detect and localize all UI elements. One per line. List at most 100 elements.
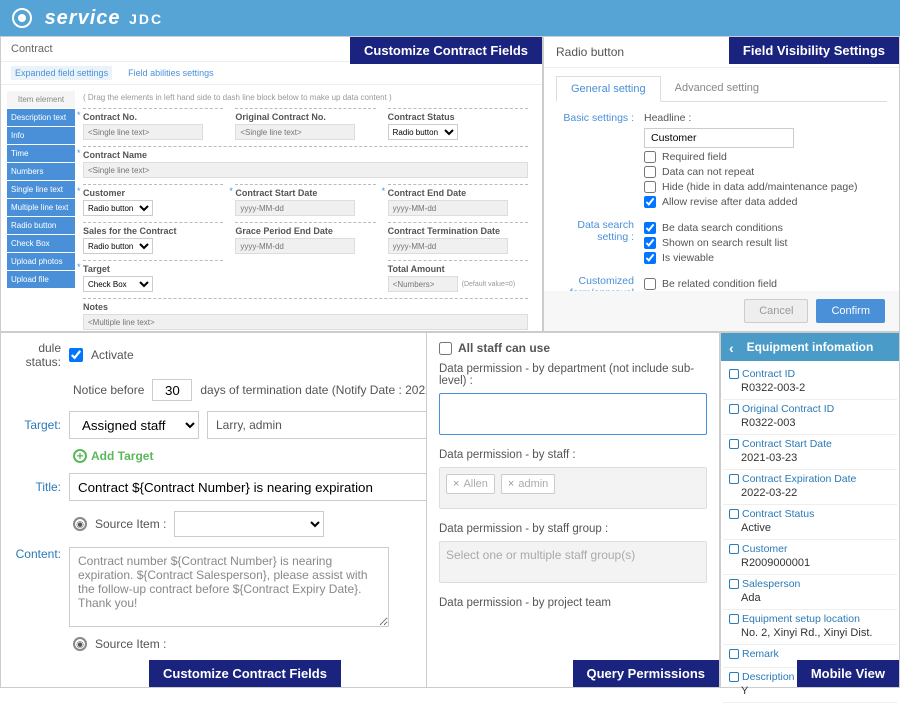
input-headline[interactable]	[644, 128, 794, 148]
chk-hide[interactable]	[644, 181, 656, 193]
chk-rel-cond[interactable]	[644, 278, 656, 290]
item-value: R0322-003-2	[729, 380, 891, 396]
item-key: Contract ID	[729, 368, 891, 380]
textarea-content[interactable]	[69, 547, 389, 627]
box-perm-dept[interactable]	[439, 393, 707, 435]
sel-status[interactable]: Radio button	[388, 124, 458, 140]
input-term[interactable]	[388, 238, 508, 254]
list-item[interactable]: Original Contract IDR0322-003	[723, 400, 897, 435]
list-item[interactable]: Contract StatusActive	[723, 505, 897, 540]
chk-viewable[interactable]	[644, 252, 656, 264]
chk-search-shown[interactable]	[644, 237, 656, 249]
close-icon[interactable]: ×	[453, 478, 459, 490]
input-notes[interactable]	[83, 314, 528, 330]
add-target-button[interactable]: +Add Target	[73, 449, 153, 463]
sel-target-type[interactable]: Assigned staff	[69, 411, 199, 439]
lbl-contract-no: Contract No.	[83, 112, 223, 122]
placeholder-group: Select one or multiple staff group(s)	[446, 548, 635, 562]
panel-mobile-view: ‹ Equipment infomation Contract IDR0322-…	[720, 332, 900, 688]
input-orig-contract[interactable]	[235, 124, 355, 140]
tab-expanded-fields[interactable]: Expanded field settings	[11, 66, 112, 80]
lbl-title: Title:	[11, 480, 61, 494]
txt-search-cond: Be data search conditions	[662, 222, 783, 234]
default-hint: (Default value=0)	[462, 281, 516, 288]
lbl-total: Total Amount	[388, 264, 528, 274]
sel-source-item[interactable]	[174, 511, 324, 537]
item-key: Customer	[729, 543, 891, 555]
input-end-date[interactable]	[388, 200, 508, 216]
back-icon[interactable]: ‹	[729, 340, 734, 356]
list-item[interactable]: Contract IDR0322-003-2	[723, 365, 897, 400]
list-item[interactable]: Contract Start Date2021-03-23	[723, 435, 897, 470]
sel-target[interactable]: Check Box	[83, 276, 153, 292]
tab-general[interactable]: General setting	[556, 76, 661, 102]
panel1-tabs: Expanded field settings Field abilities …	[1, 62, 542, 85]
box-perm-group[interactable]: Select one or multiple staff group(s)	[439, 541, 707, 583]
item-key: Contract Start Date	[729, 438, 891, 450]
input-start-date[interactable]	[235, 200, 355, 216]
input-notice-days[interactable]	[152, 379, 192, 401]
cancel-button[interactable]: Cancel	[744, 299, 808, 323]
txt-notice-before: Notice before	[73, 383, 144, 397]
list-item[interactable]: CustomerR2009000001	[723, 540, 897, 575]
tab-advanced[interactable]: Advanced setting	[661, 76, 773, 101]
item-value: 2022-03-22	[729, 485, 891, 501]
elem-single-line[interactable]: Single line text	[7, 181, 75, 198]
list-item[interactable]: SalespersonAda	[723, 575, 897, 610]
box-perm-staff[interactable]: ×Allen ×admin	[439, 467, 707, 509]
elem-info[interactable]: Info	[7, 127, 75, 144]
item-key: Contract Status	[729, 508, 891, 520]
chk-required[interactable]	[644, 151, 656, 163]
chk-revise[interactable]	[644, 196, 656, 208]
tab-field-abilities[interactable]: Field abilities settings	[124, 66, 218, 80]
plus-icon: +	[73, 449, 87, 463]
txt-required: Required field	[662, 151, 727, 163]
elem-checkbox[interactable]: Check Box	[7, 235, 75, 252]
chk-activate[interactable]	[69, 348, 83, 362]
lbl-search: Data search setting :	[558, 219, 644, 267]
lbl-perm-team: Data permission - by project team	[439, 597, 707, 609]
input-contract-no[interactable]	[83, 124, 203, 140]
elem-numbers[interactable]: Numbers	[7, 163, 75, 180]
elem-multi-line[interactable]: Multiple line text	[7, 199, 75, 216]
lbl-grace: Grace Period End Date	[235, 226, 375, 236]
list-item[interactable]: Contract Expiration Date2022-03-22	[723, 470, 897, 505]
badge-customize-2: Customize Contract Fields	[149, 660, 341, 687]
lbl-perm-dept: Data permission - by department (not inc…	[439, 363, 707, 387]
source-icon-2: ◉	[73, 637, 87, 651]
lbl-target: Target:	[11, 418, 61, 432]
confirm-button[interactable]: Confirm	[816, 299, 885, 323]
item-key: Contract Expiration Date	[729, 473, 891, 485]
lbl-headline: Headline :	[644, 112, 885, 124]
tag-allen[interactable]: ×Allen	[446, 474, 495, 494]
chk-search-cond[interactable]	[644, 222, 656, 234]
sidebar-head: Item element	[7, 91, 75, 108]
input-grace[interactable]	[235, 238, 355, 254]
input-total[interactable]	[388, 276, 458, 292]
brand-sub: JDC	[129, 11, 163, 27]
elem-radio[interactable]: Radio button	[7, 217, 75, 234]
item-key: Remark	[729, 648, 891, 660]
lbl-target: Target	[83, 264, 223, 274]
sel-customer[interactable]: Radio button	[83, 200, 153, 216]
chk-all-staff[interactable]	[439, 342, 452, 355]
elem-description[interactable]: Description text	[7, 109, 75, 126]
mobile-title: Equipment infomation	[747, 340, 874, 354]
tag-admin[interactable]: ×admin	[501, 474, 555, 494]
input-contract-name[interactable]	[83, 162, 528, 178]
lbl-sales: Sales for the Contract	[83, 226, 223, 236]
lbl-term: Contract Termination Date	[388, 226, 528, 236]
item-value: No. 2, Xinyi Rd., Xinyi Dist.	[729, 625, 891, 641]
close-icon[interactable]: ×	[508, 478, 514, 490]
badge-query: Query Permissions	[573, 660, 720, 687]
canvas-hint: ( Drag the elements in left hand side to…	[83, 91, 528, 108]
sel-sales[interactable]: Radio button	[83, 238, 153, 254]
txt-search-shown: Shown on search result list	[662, 237, 787, 249]
elem-time[interactable]: Time	[7, 145, 75, 162]
element-sidebar: Item element Description text Info Time …	[7, 91, 75, 332]
elem-upload-photo[interactable]: Upload photos	[7, 253, 75, 270]
elem-upload-file[interactable]: Upload file	[7, 271, 75, 288]
list-item[interactable]: Equipment setup locationNo. 2, Xinyi Rd.…	[723, 610, 897, 645]
item-key: Original Contract ID	[729, 403, 891, 415]
chk-norepeat[interactable]	[644, 166, 656, 178]
